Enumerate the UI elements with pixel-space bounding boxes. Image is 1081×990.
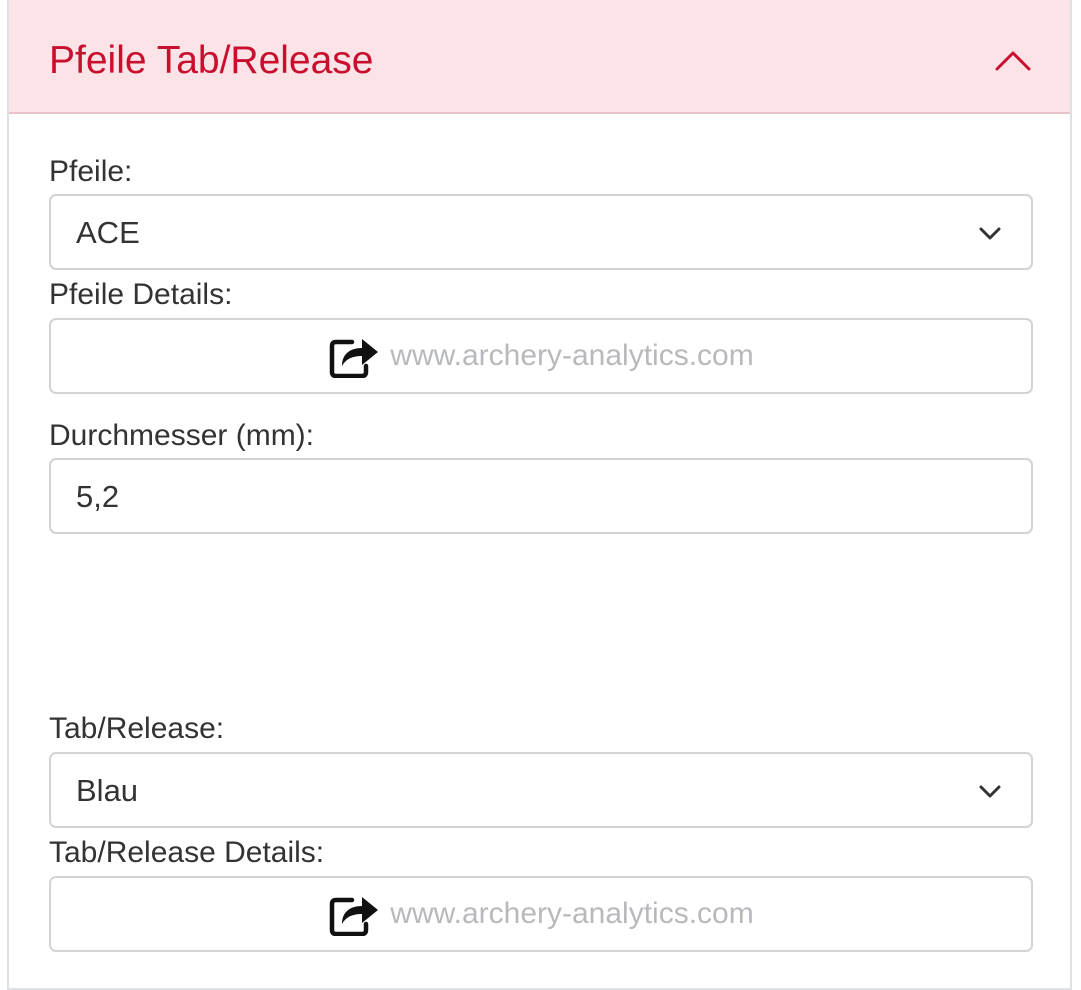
arrow-details-link-text: www.archery-analytics.com	[390, 339, 754, 372]
arrow-details-link[interactable]: www.archery-analytics.com	[49, 318, 1033, 394]
tab-release-details-link[interactable]: www.archery-analytics.com	[49, 876, 1033, 952]
share-icon	[330, 339, 379, 378]
chevron-down-icon	[979, 785, 1001, 798]
diameter-value: 5,2	[76, 479, 120, 514]
diameter-input[interactable]: 5,2	[49, 458, 1033, 534]
diameter-label: Durchmesser (mm):	[49, 419, 315, 452]
arrow-details-label: Pfeile Details:	[49, 278, 233, 311]
panel-header[interactable]: Pfeile Tab/Release	[9, 0, 1070, 114]
panel-title: Pfeile Tab/Release	[49, 39, 374, 82]
tab-release-label: Tab/Release:	[49, 712, 225, 745]
tab-release-select[interactable]: Blau	[49, 752, 1033, 828]
collapse-toggle[interactable]	[987, 38, 1039, 82]
tab-release-details-link-text: www.archery-analytics.com	[390, 897, 754, 930]
chevron-up-icon	[995, 51, 1031, 71]
share-icon	[330, 897, 379, 936]
tab-release-selected-value: Blau	[76, 773, 139, 808]
arrows-label: Pfeile:	[49, 155, 133, 188]
arrows-selected-value: ACE	[76, 215, 140, 250]
chevron-down-icon	[979, 227, 1001, 240]
tab-release-details-label: Tab/Release Details:	[49, 836, 325, 869]
arrows-select[interactable]: ACE	[49, 194, 1033, 270]
arrows-tab-release-panel: Pfeile Tab/Release Pfeile: ACE Pfeile De…	[7, 0, 1072, 990]
